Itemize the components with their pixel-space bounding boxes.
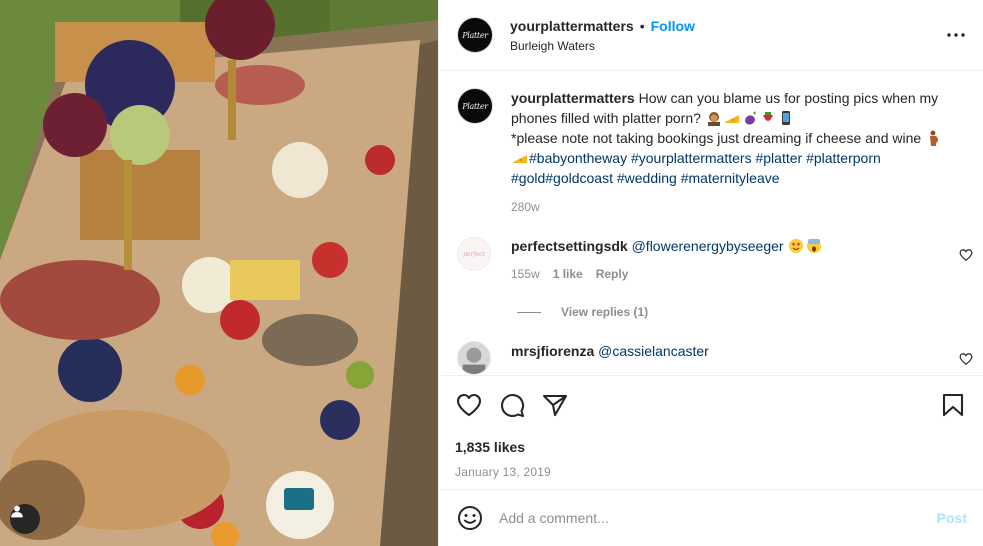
woman-gesturing-no-emoji [707,112,720,126]
comment-text: mrsjfiorenza @cassielancaster [511,342,709,360]
heart-eyes-emoji [789,239,804,253]
comment-mention[interactable]: @cassielancaster [598,343,709,359]
avatar-logo-text: Platter [462,101,488,111]
comment-age[interactable]: 155w [511,265,540,283]
post-date[interactable]: January 13, 2019 [455,465,967,479]
comment-avatar[interactable]: perfect [457,237,491,271]
comment-likes[interactable]: 1 like [553,265,583,283]
more-options-button[interactable] [945,24,967,46]
caption-avatar[interactable]: Platter [457,88,493,124]
user-tag-icon [11,505,23,518]
author-avatar[interactable]: Platter [457,17,493,53]
caption-text: yourplattermatters How can you blame us … [511,88,951,128]
comment-username[interactable]: perfectsettingsdk [511,238,628,254]
comment-text: perfectsettingsdk @flowerenergybyseeger [511,237,823,255]
comment-item: perfect perfectsettingsdk @flowerenergyb… [439,237,983,283]
hashtag[interactable]: #maternityleave [681,170,780,186]
separator-dot: • [639,17,645,34]
comment-avatar-text: perfect [463,250,485,258]
follow-button[interactable]: Follow [651,19,695,33]
hashtag[interactable]: #goldcoast [545,170,613,186]
hashtag[interactable]: #wedding [617,170,677,186]
eggplant-emoji [744,111,756,125]
comment-item: mrsjfiorenza @cassielancaster [439,341,983,375]
avatar-logo-text: Platter [462,30,488,40]
share-icon [542,394,568,417]
view-replies-button[interactable]: View replies (1) [439,305,983,319]
comments-section[interactable]: Platter yourplattermatters How can you b… [439,72,983,375]
post-photo[interactable] [0,0,438,546]
cheese-emoji [513,155,527,163]
strawberry-emoji [762,112,773,121]
comment-like-icon[interactable] [959,248,973,262]
caption-text-line-2: *please note not taking bookings just dr… [511,128,951,188]
header-text: yourplattermatters • Follow Burleigh Wat… [510,19,695,52]
comment-button[interactable] [498,391,526,419]
comment-avatar-photo [458,342,490,374]
pregnant-woman-emoji [930,130,939,146]
likes-count[interactable]: 1,835 likes [455,439,967,455]
post-comment-button[interactable]: Post [937,510,967,526]
caption: Platter yourplattermatters How can you b… [439,72,983,217]
comment-icon [501,394,525,418]
platter-image [0,0,438,546]
mobile-phone-emoji [781,111,790,125]
user-tag-button[interactable] [10,504,40,534]
save-button[interactable] [939,391,967,419]
hashtag[interactable]: #platter [755,150,802,166]
comment-username[interactable]: mrsjfiorenza [511,343,594,359]
comment-avatar[interactable] [457,341,491,375]
post-location[interactable]: Burleigh Waters [510,40,695,52]
header-row: yourplattermatters • Follow [510,19,695,33]
like-button[interactable] [455,391,483,419]
action-icons [455,376,967,434]
hashtag[interactable]: #platterporn [806,150,881,166]
caption-text-2: *please note not taking bookings just dr… [511,130,922,146]
add-comment-bar: Post [439,489,983,546]
comment-body: mrsjfiorenza @cassielancaster [511,342,709,375]
hashtag[interactable]: #babyontheway [529,150,627,166]
reply-button[interactable]: Reply [596,265,629,283]
caption-username[interactable]: yourplattermatters [511,90,635,106]
comment-meta: 155w 1 like Reply [511,265,823,283]
post-header: Platter yourplattermatters • Follow Burl… [439,0,983,71]
screaming-face-emoji [807,239,822,253]
comment-like-icon[interactable] [959,352,973,366]
hashtag[interactable]: #gold [511,170,545,186]
add-comment-input[interactable] [499,510,937,526]
caption-age[interactable]: 280w [511,197,951,217]
instagram-post: Platter yourplattermatters • Follow Burl… [0,0,983,546]
emoji-icon[interactable] [457,505,483,531]
comment-body: perfectsettingsdk @flowerenergybyseeger … [511,237,823,283]
post-actions: 1,835 likes January 13, 2019 [439,375,983,479]
bookmark-icon [942,393,964,417]
caption-body: yourplattermatters How can you blame us … [511,88,951,217]
replies-divider [517,311,541,313]
hashtag[interactable]: #yourplattermatters [631,150,752,166]
comment-mention[interactable]: @flowerenergybyseeger [632,238,784,254]
author-username[interactable]: yourplattermatters [510,19,634,33]
post-panel: Platter yourplattermatters • Follow Burl… [438,0,983,546]
cheese-emoji [724,115,739,123]
view-replies-label: View replies (1) [561,305,649,319]
share-button[interactable] [541,391,569,419]
heart-icon [456,393,482,417]
more-icon [947,33,965,37]
